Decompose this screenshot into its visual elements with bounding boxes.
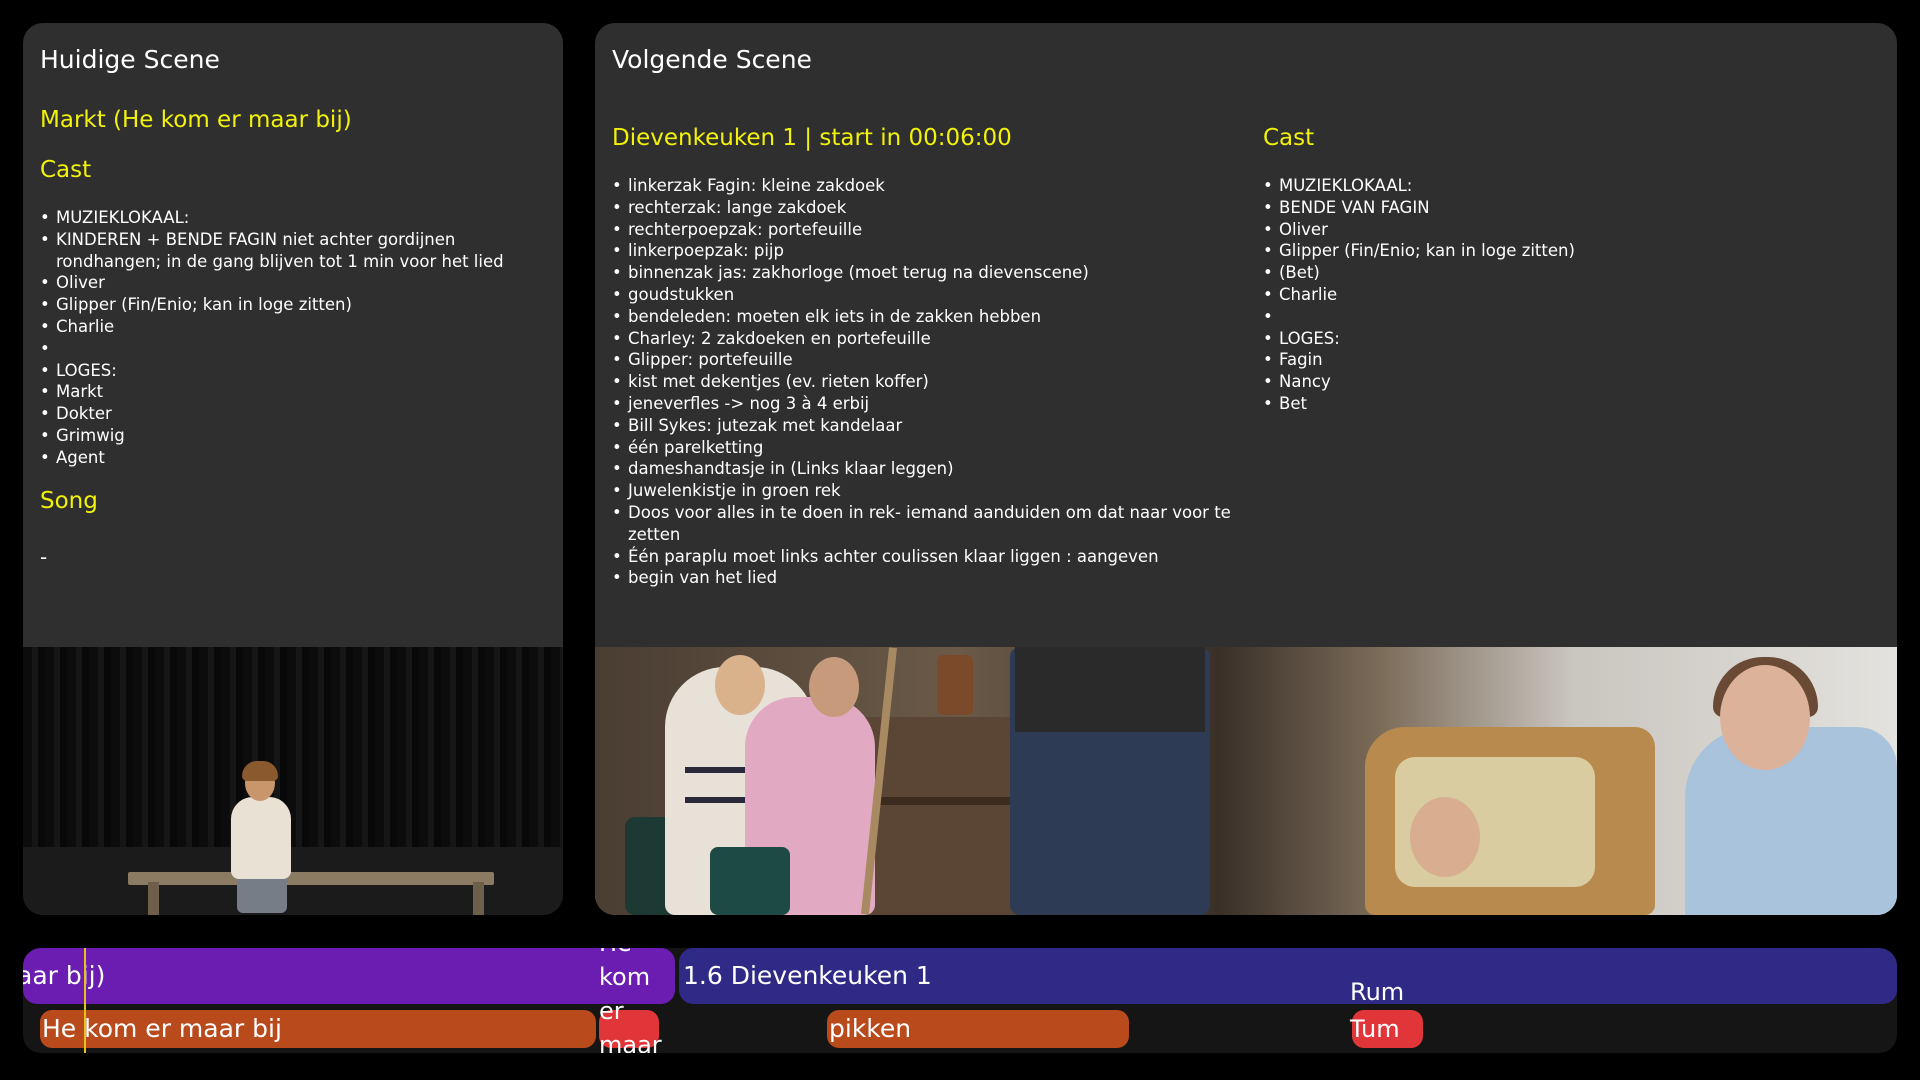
timeline-song-he-kom-er-maar-bij[interactable]: He kom er maar bij	[40, 1010, 596, 1048]
current-scene-panel: Huidige Scene Markt (He kom er maar bij)…	[23, 23, 563, 915]
actor-body	[231, 797, 291, 879]
list-item: MUZIEKLOKAAL:	[40, 207, 550, 229]
timeline[interactable]: aar bij) 1.6 Dievenkeuken 1 He kom er ma…	[23, 948, 1897, 1053]
list-item: (Bet)	[1263, 262, 1863, 284]
list-item: goudstukken	[612, 284, 1252, 306]
list-item: Één paraplu moet links achter coulissen …	[612, 546, 1252, 568]
next-cast-list: MUZIEKLOKAAL:BENDE VAN FAGINOliverGlippe…	[1263, 175, 1863, 415]
list-item: linkerpoepzak: pijp	[612, 240, 1252, 262]
actor-coat	[1015, 647, 1205, 732]
next-scene-panel: Volgende Scene Dievenkeuken 1 | start in…	[595, 23, 1897, 915]
actor-legs	[237, 873, 287, 913]
current-song-heading: Song	[40, 488, 98, 514]
current-scene-name: Markt (He kom er maar bij)	[40, 107, 352, 133]
next-scene-heading: Dievenkeuken 1 | start in 00:06:00	[612, 125, 1012, 151]
list-item: Doos voor alles in te doen in rek- ieman…	[612, 502, 1252, 546]
actor-hair	[242, 761, 278, 781]
current-song-value: -	[40, 545, 48, 569]
bench	[128, 872, 494, 885]
current-cast-list: MUZIEKLOKAAL:KINDEREN + BENDE FAGIN niet…	[40, 207, 550, 469]
actor-head	[715, 655, 765, 715]
actor-child-head	[1410, 797, 1480, 877]
next-props-list: linkerzak Fagin: kleine zakdoekrechterza…	[612, 175, 1252, 589]
list-item: dameshandtasje in (Links klaar leggen)	[612, 458, 1252, 480]
list-item: Dokter	[40, 403, 550, 425]
stage-curtain	[23, 647, 563, 847]
bench-leg	[473, 882, 484, 915]
list-item: Oliver	[1263, 219, 1863, 241]
list-item: Grimwig	[40, 425, 550, 447]
list-item: BENDE VAN FAGIN	[1263, 197, 1863, 219]
list-item: KINDEREN + BENDE FAGIN niet achter gordi…	[40, 229, 550, 273]
list-item: rechterzak: lange zakdoek	[612, 197, 1252, 219]
green-chair	[710, 847, 790, 915]
current-cast-heading: Cast	[40, 157, 92, 183]
list-item: Glipper (Fin/Enio; kan in loge zitten)	[40, 294, 550, 316]
list-item: MUZIEKLOKAAL:	[1263, 175, 1863, 197]
list-item: jeneverfles -> nog 3 à 4 erbij	[612, 393, 1252, 415]
list-item: binnenzak jas: zakhorloge (moet terug na…	[612, 262, 1252, 284]
list-item: rechterpoepzak: portefeuille	[612, 219, 1252, 241]
list-item: kist met dekentjes (ev. rieten koffer)	[612, 371, 1252, 393]
current-scene-photo	[23, 647, 563, 915]
list-item	[1263, 306, 1863, 328]
list-item: Fagin	[1263, 349, 1863, 371]
list-item: Glipper: portefeuille	[612, 349, 1252, 371]
list-item: Bet	[1263, 393, 1863, 415]
list-item: Nancy	[1263, 371, 1863, 393]
lantern	[937, 655, 973, 715]
list-item: bendeleden: moeten elk iets in de zakken…	[612, 306, 1252, 328]
timeline-scene-dievenkeuken[interactable]: 1.6 Dievenkeuken 1	[679, 948, 1897, 1004]
list-item	[40, 338, 550, 360]
list-item: Oliver	[40, 272, 550, 294]
current-panel-title: Huidige Scene	[40, 45, 220, 74]
timeline-scene-markt[interactable]: aar bij)	[23, 948, 675, 1004]
list-item: Charley: 2 zakdoeken en portefeuille	[612, 328, 1252, 350]
timeline-scene-label: aar bij)	[23, 961, 106, 990]
timeline-song-rum-label: Rum	[1350, 978, 1405, 1006]
next-cast-heading: Cast	[1263, 125, 1315, 151]
list-item: Charlie	[40, 316, 550, 338]
list-item: LOGES:	[40, 360, 550, 382]
list-item: één parelketting	[612, 437, 1252, 459]
timeline-playhead[interactable]	[84, 948, 86, 1053]
actor-head	[1720, 665, 1810, 770]
next-scene-photo	[595, 647, 1897, 915]
list-item: Bill Sykes: jutezak met kandelaar	[612, 415, 1252, 437]
list-item: Markt	[40, 381, 550, 403]
list-item: Agent	[40, 447, 550, 469]
bench-leg	[148, 882, 159, 915]
list-item: Glipper (Fin/Enio; kan in loge zitten)	[1263, 240, 1863, 262]
list-item: LOGES:	[1263, 328, 1863, 350]
list-item: begin van het lied	[612, 567, 1252, 589]
list-item: linkerzak Fagin: kleine zakdoek	[612, 175, 1252, 197]
timeline-song-short-label: He kom er maar	[599, 948, 662, 1053]
next-panel-title: Volgende Scene	[612, 45, 812, 74]
list-item: Charlie	[1263, 284, 1863, 306]
timeline-song-tum-label: Tum	[1350, 1015, 1400, 1043]
actor-head	[809, 657, 859, 717]
list-item: Juwelenkistje in groen rek	[612, 480, 1252, 502]
timeline-song-pikken[interactable]: pikken	[827, 1010, 1129, 1048]
